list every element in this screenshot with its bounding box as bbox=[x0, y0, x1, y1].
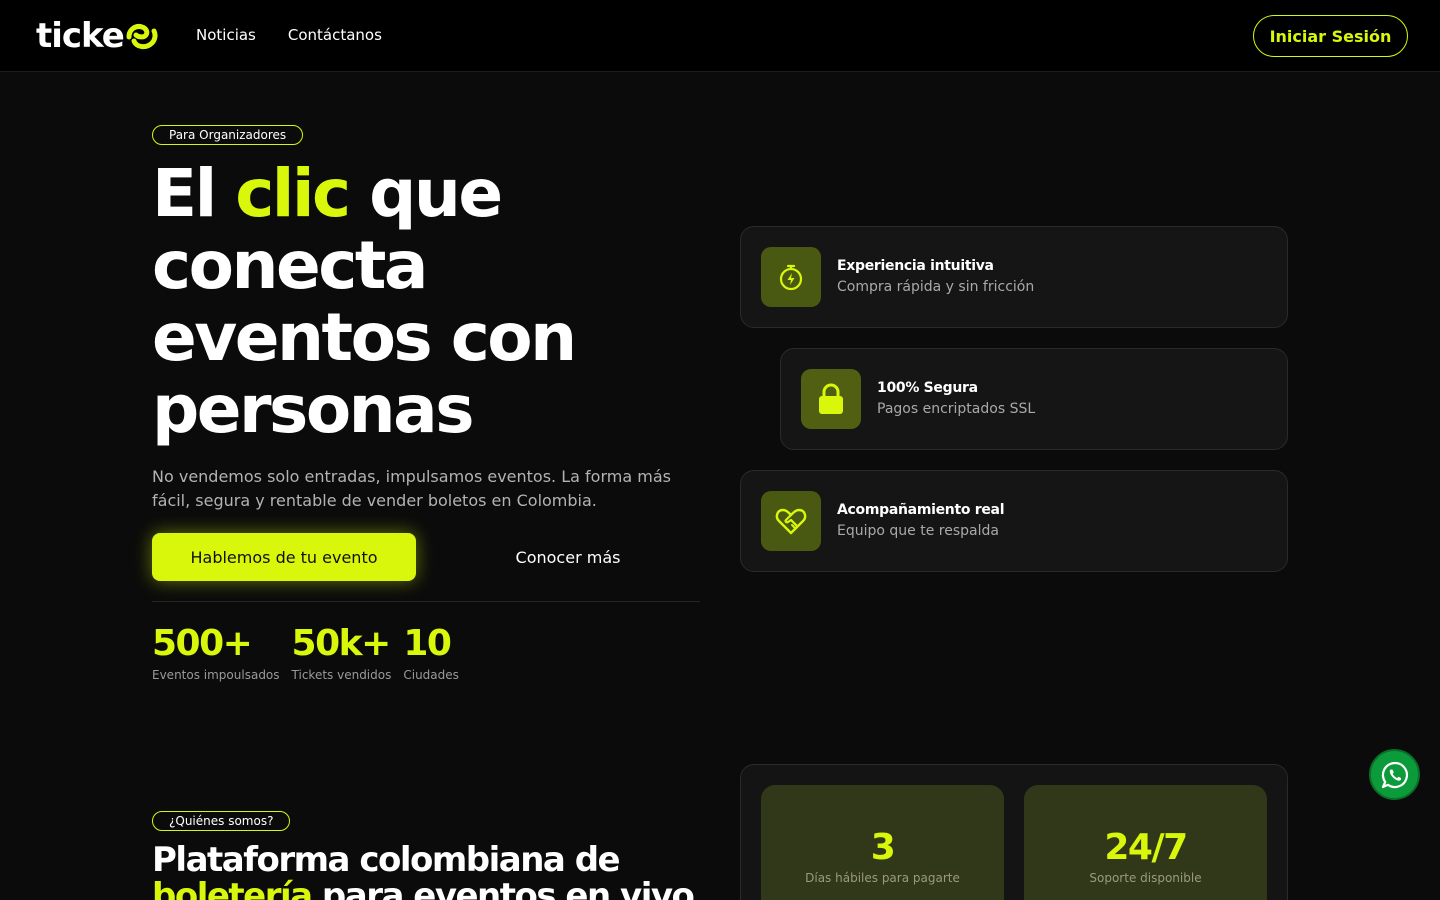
stat-label: Tickets vendidos bbox=[291, 668, 392, 682]
heart-handshake-icon bbox=[761, 491, 821, 551]
stat-item: 50k+ Tickets vendidos bbox=[291, 623, 392, 683]
stat-item: 10 Ciudades bbox=[403, 623, 459, 683]
feature-card-support: Acompañamiento real Equipo que te respal… bbox=[740, 470, 1288, 572]
top-navbar: ticke Noticias Contáctanos Iniciar Sesió… bbox=[0, 0, 1440, 72]
metric-card: 24/7 Soporte disponible bbox=[1024, 785, 1267, 900]
logo-mark-icon bbox=[126, 20, 158, 50]
metrics-panel: 3 Días hábiles para pagarte 24/7 Soporte… bbox=[740, 764, 1288, 900]
metric-label: Días hábiles para pagarte bbox=[805, 871, 960, 885]
hero-subtitle: No vendemos solo entradas, impulsamos ev… bbox=[152, 467, 671, 510]
whatsapp-button[interactable] bbox=[1369, 749, 1420, 800]
organizers-pill: Para Organizadores bbox=[152, 125, 304, 145]
stopwatch-bolt-icon bbox=[761, 247, 821, 307]
talk-event-button[interactable]: Hablemos de tu evento bbox=[152, 533, 416, 581]
hero-stats: 500+ Eventos impoulsados 50k+ Tickets ve… bbox=[152, 623, 459, 683]
feature-description: Compra rápida y sin fricción bbox=[837, 279, 1035, 295]
hero-title-pre: El bbox=[152, 155, 236, 232]
nav-link-contactanos[interactable]: Contáctanos bbox=[288, 26, 382, 44]
feature-card-secure: 100% Segura Pagos encriptados SSL bbox=[780, 348, 1288, 450]
hero-title: El clic que conecta eventos con personas bbox=[152, 158, 712, 446]
login-button[interactable]: Iniciar Sesión bbox=[1253, 15, 1408, 57]
nav-link-noticias[interactable]: Noticias bbox=[196, 26, 256, 44]
stat-label: Ciudades bbox=[403, 668, 459, 682]
about-title: Plataforma colombiana de boletería para e… bbox=[152, 842, 712, 900]
metric-label: Soporte disponible bbox=[1089, 871, 1202, 885]
feature-title: Experiencia intuitiva bbox=[837, 258, 994, 274]
stat-value: 50k+ bbox=[291, 623, 392, 664]
stat-item: 500+ Eventos impoulsados bbox=[152, 623, 280, 683]
feature-title: Acompañamiento real bbox=[837, 502, 1005, 518]
whatsapp-icon bbox=[1381, 761, 1408, 788]
logo-text: ticke bbox=[36, 16, 125, 56]
feature-description: Equipo que te respalda bbox=[837, 523, 999, 539]
stat-value: 500+ bbox=[152, 623, 253, 664]
feature-title: 100% Segura bbox=[877, 380, 978, 396]
feature-description: Pagos encriptados SSL bbox=[877, 401, 1036, 417]
about-title-rest: para eventos en vivo bbox=[311, 876, 695, 900]
about-title-accent: boletería bbox=[152, 876, 313, 900]
stat-label: Eventos impoulsados bbox=[152, 668, 280, 682]
hero-divider bbox=[152, 601, 700, 602]
lock-icon bbox=[801, 369, 861, 429]
about-pill: ¿Quiénes somos? bbox=[152, 811, 291, 831]
stat-value: 10 bbox=[403, 623, 452, 664]
metric-card: 3 Días hábiles para pagarte bbox=[761, 785, 1004, 900]
about-title-line1: Plataforma colombiana de bbox=[152, 840, 621, 880]
metric-value: 3 bbox=[870, 827, 896, 868]
learn-more-button[interactable]: Conocer más bbox=[468, 533, 668, 581]
brand-logo[interactable]: ticke bbox=[36, 16, 158, 56]
feature-card-intuitive: Experiencia intuitiva Compra rápida y si… bbox=[740, 226, 1288, 328]
main-nav: Noticias Contáctanos bbox=[196, 26, 382, 44]
hero-title-accent: clic bbox=[235, 155, 351, 232]
metric-value: 24/7 bbox=[1104, 827, 1188, 868]
